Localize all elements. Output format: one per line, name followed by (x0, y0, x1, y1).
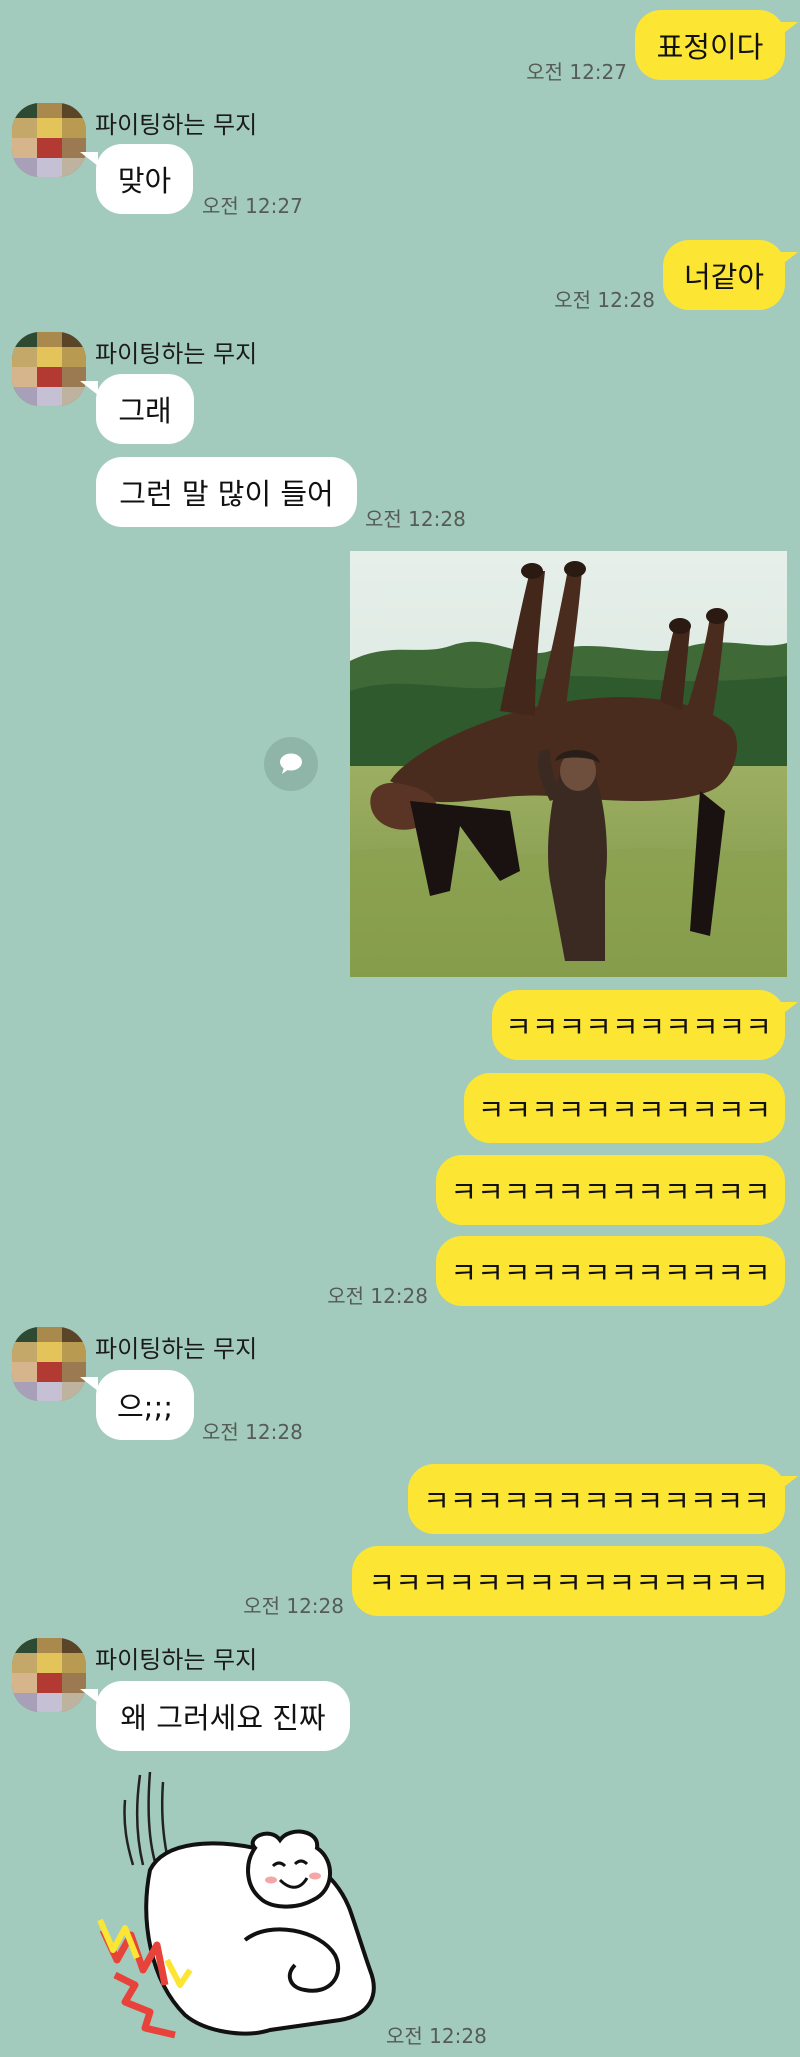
avatar[interactable] (12, 332, 86, 406)
bubble-tail (80, 1377, 98, 1391)
message-text: ㅋㅋㅋㅋㅋㅋㅋㅋㅋㅋㅋㅋㅋ (423, 1484, 770, 1518)
their-message-bubble[interactable]: 으;;; (96, 1370, 194, 1440)
sender-name: 파이팅하는 무지 (95, 1335, 258, 1363)
bubble-tail (780, 22, 798, 36)
emoticon-sticker[interactable] (95, 1770, 385, 2045)
message-time: 오전 12:27 (526, 60, 627, 84)
bubble-tail (780, 1476, 798, 1490)
their-message-bubble[interactable]: 왜 그러세요 진짜 (96, 1681, 350, 1751)
speech-bubble-icon (280, 753, 302, 774)
message-time: 오전 12:28 (365, 507, 466, 531)
my-message-bubble[interactable]: 너같아 (663, 240, 785, 310)
message-text: 왜 그러세요 진짜 (120, 1701, 326, 1735)
bubble-tail (780, 1002, 798, 1016)
bubble-tail (80, 1689, 98, 1703)
avatar[interactable] (12, 103, 86, 177)
their-message-bubble[interactable]: 그런 말 많이 들어 (96, 457, 357, 527)
message-text: 으;;; (117, 1390, 173, 1424)
my-message-bubble[interactable]: ㅋㅋㅋㅋㅋㅋㅋㅋㅋㅋㅋㅋㅋ (408, 1464, 785, 1534)
avatar[interactable] (12, 1327, 86, 1401)
message-time: 오전 12:28 (243, 1594, 344, 1618)
sender-name: 파이팅하는 무지 (95, 340, 258, 368)
my-message-bubble[interactable]: ㅋㅋㅋㅋㅋㅋㅋㅋㅋㅋㅋㅋ (436, 1155, 785, 1225)
bubble-tail (80, 152, 98, 166)
message-time: 오전 12:28 (386, 2024, 487, 2048)
horse-photo (350, 551, 787, 977)
sender-name: 파이팅하는 무지 (95, 111, 258, 139)
bubble-tail (780, 252, 798, 266)
photo-message[interactable] (350, 551, 787, 977)
their-message-bubble[interactable]: 맞아 (96, 144, 193, 214)
my-message-bubble[interactable]: ㅋㅋㅋㅋㅋㅋㅋㅋㅋㅋㅋㅋㅋㅋㅋ (352, 1546, 785, 1616)
my-message-bubble[interactable]: ㅋㅋㅋㅋㅋㅋㅋㅋㅋㅋ (492, 990, 785, 1060)
message-text: 표정이다 (656, 30, 764, 64)
message-time: 오전 12:28 (327, 1284, 428, 1308)
message-text: 그래 (118, 394, 172, 428)
message-time: 오전 12:27 (202, 194, 303, 218)
my-message-bubble[interactable]: 표정이다 (635, 10, 785, 80)
message-text: ㅋㅋㅋㅋㅋㅋㅋㅋㅋㅋ (505, 1010, 772, 1044)
crashing-muzi-sticker (97, 1771, 376, 2039)
my-message-bubble[interactable]: ㅋㅋㅋㅋㅋㅋㅋㅋㅋㅋㅋ (464, 1073, 785, 1143)
bubble-tail (80, 381, 98, 395)
avatar[interactable] (12, 1638, 86, 1712)
message-text: 그런 말 많이 들어 (119, 477, 334, 511)
message-text: ㅋㅋㅋㅋㅋㅋㅋㅋㅋㅋㅋㅋ (450, 1256, 771, 1290)
share-button[interactable] (264, 737, 318, 791)
message-text: 맞아 (117, 164, 172, 198)
message-text: ㅋㅋㅋㅋㅋㅋㅋㅋㅋㅋㅋㅋ (450, 1175, 771, 1209)
their-message-bubble[interactable]: 그래 (96, 374, 194, 444)
message-time: 오전 12:28 (554, 288, 655, 312)
message-text: 너같아 (683, 260, 765, 294)
sender-name: 파이팅하는 무지 (95, 1646, 258, 1674)
message-text: ㅋㅋㅋㅋㅋㅋㅋㅋㅋㅋㅋ (477, 1093, 772, 1127)
message-text: ㅋㅋㅋㅋㅋㅋㅋㅋㅋㅋㅋㅋㅋㅋㅋ (368, 1566, 769, 1600)
my-message-bubble[interactable]: ㅋㅋㅋㅋㅋㅋㅋㅋㅋㅋㅋㅋ (436, 1236, 785, 1306)
message-time: 오전 12:28 (202, 1420, 303, 1444)
